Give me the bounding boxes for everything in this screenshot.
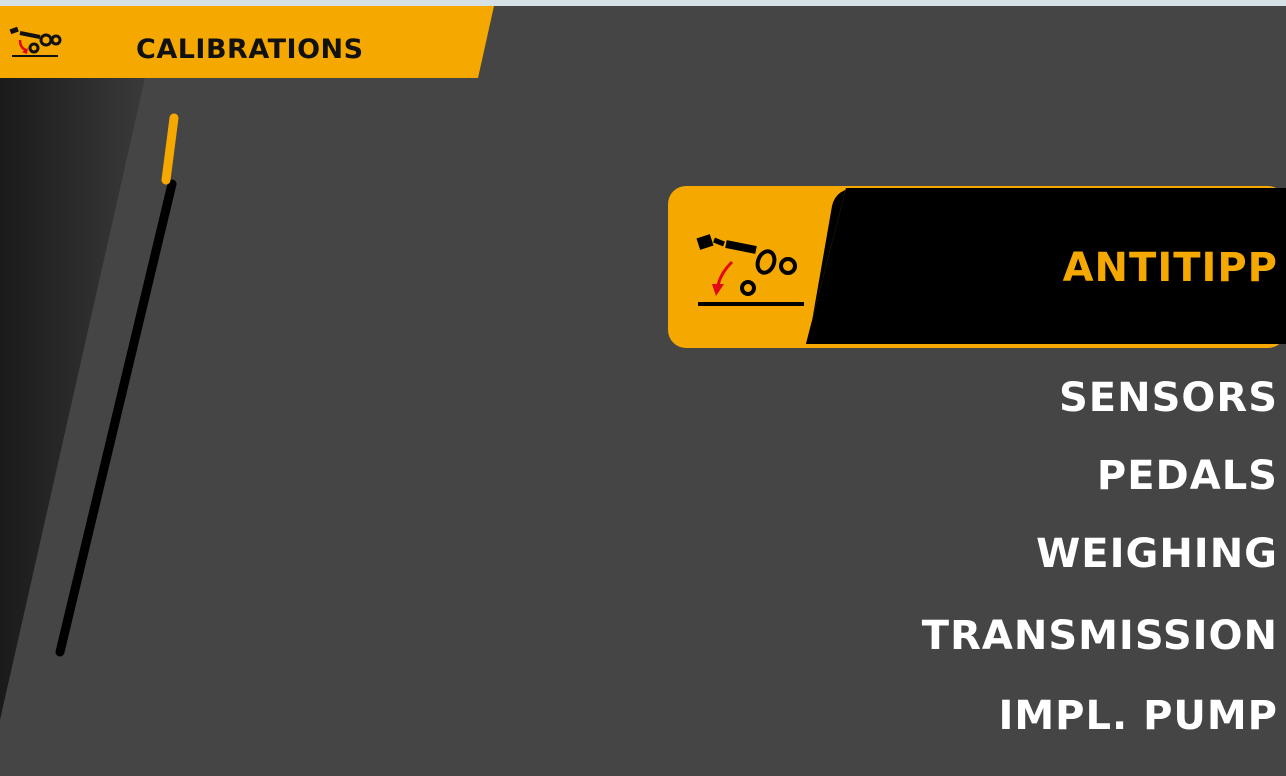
telehandler-calibration-icon	[9, 26, 62, 57]
menu-item-sensors[interactable]: SENSORS	[1059, 370, 1278, 426]
scrollbar[interactable]	[50, 110, 180, 670]
page-title: CALIBRATIONS	[136, 34, 364, 65]
antitipp-icon	[696, 234, 804, 306]
menu-item-impl-pump[interactable]: IMPL. PUMP	[998, 688, 1278, 744]
menu-item-weighing[interactable]: WEIGHING	[1036, 526, 1278, 582]
menu-item-antitipp[interactable]: ANTITIPP	[1063, 238, 1278, 298]
menu-item-pedals[interactable]: PEDALS	[1097, 448, 1278, 504]
scrollbar-thumb[interactable]	[161, 113, 179, 185]
menu-item-transmission[interactable]: TRANSMISSION	[922, 608, 1278, 664]
calibrations-screen: CALIBRATIONS ANTITIPP SENSORS PEDALS WEI…	[0, 0, 1286, 776]
